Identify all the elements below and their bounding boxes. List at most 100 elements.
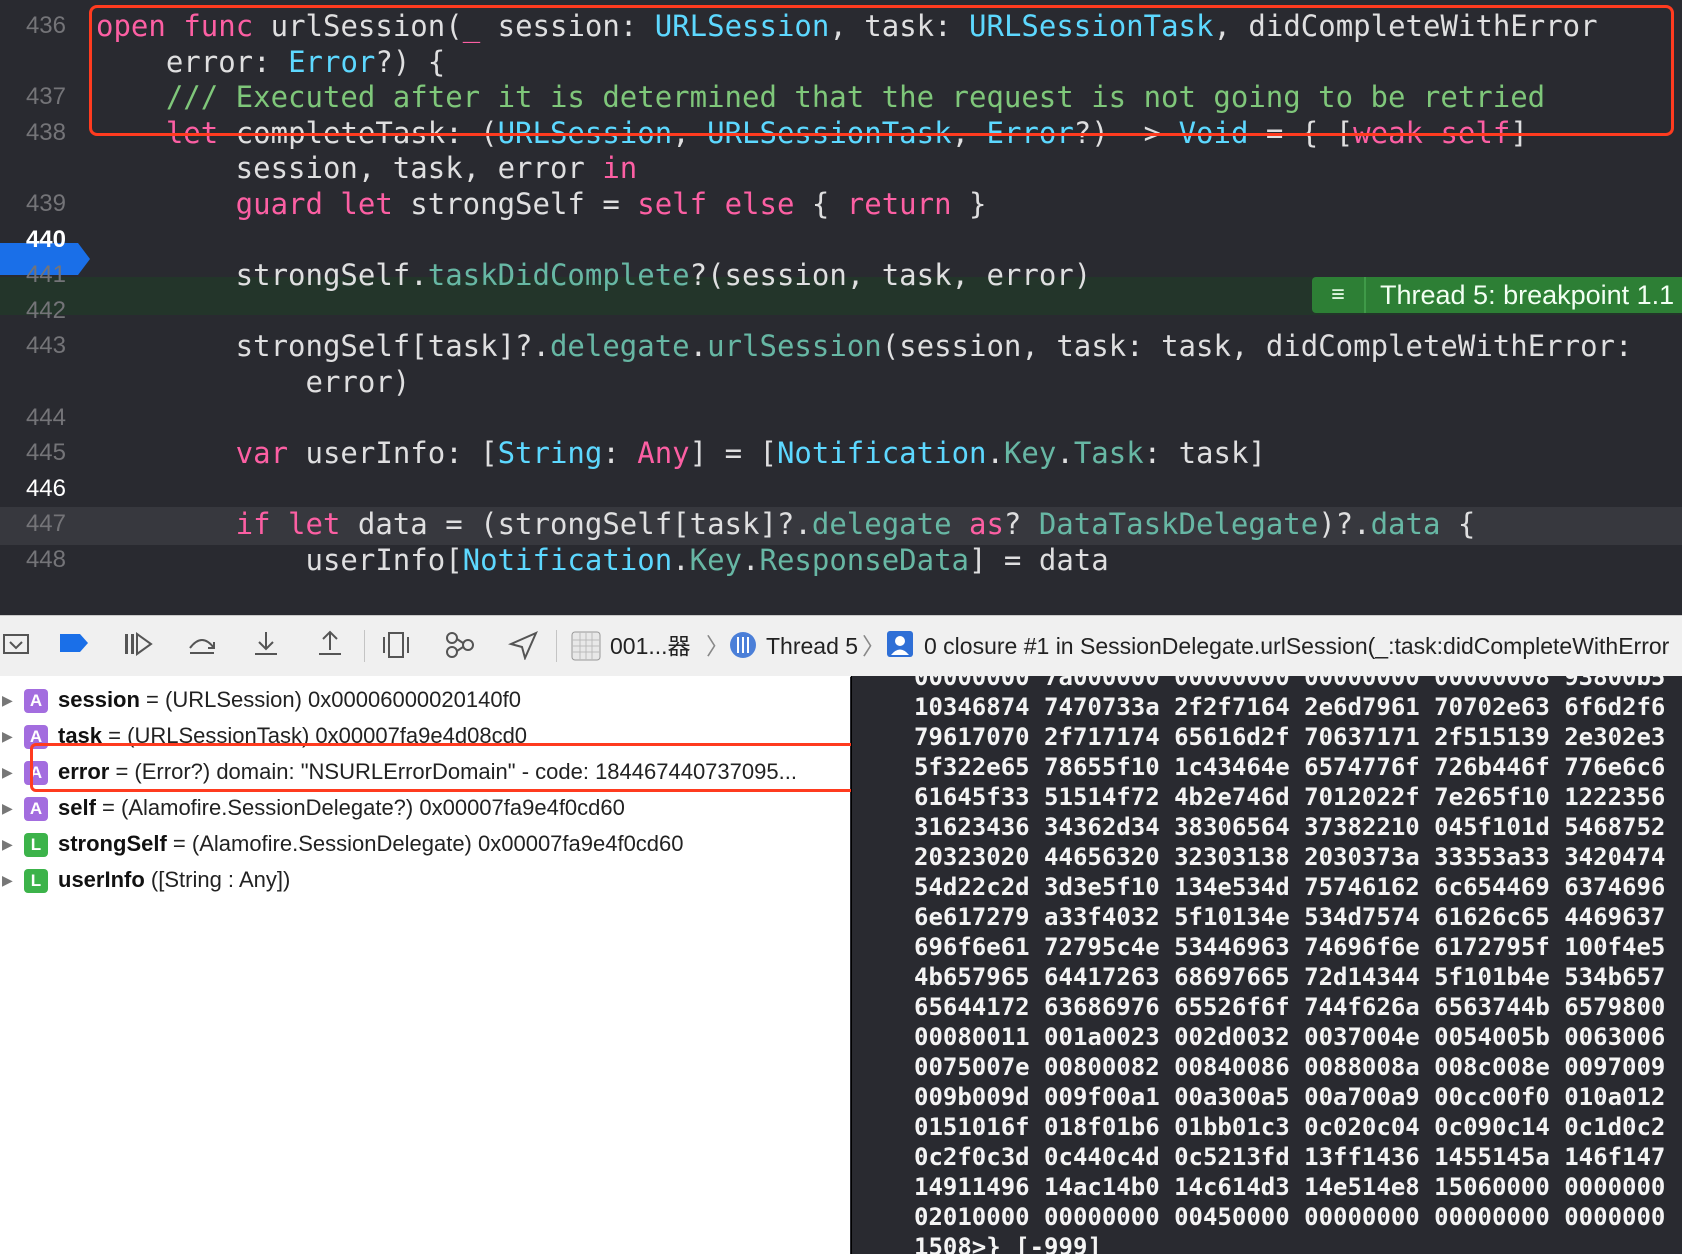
code-token: strongSelf[task]?.: [96, 329, 550, 364]
console-line: 5f322e65 78655f10 1c43464e 6574776f 726b…: [914, 753, 1666, 781]
memory-graph-icon[interactable]: [444, 630, 476, 662]
variable-row[interactable]: ▶ Asession = (URLSession) 0x0000600002014…: [0, 683, 850, 717]
chevron-right-icon: 〉: [706, 633, 729, 659]
code-token: userInfo: [: [305, 436, 498, 471]
variable-value: = (Alamofire.SessionDelegate?) 0x00007fa…: [95, 795, 625, 820]
line-number[interactable]: 436: [0, 7, 66, 45]
console-line: 6e617279 a33f4032 5f10134e 534d7574 6162…: [914, 903, 1666, 931]
code-token: urlSession: [707, 329, 882, 364]
line-number[interactable]: 442: [0, 292, 66, 330]
line-number[interactable]: [0, 363, 66, 401]
breakpoint-label: Thread 5: breakpoint 1.1: [1380, 279, 1675, 310]
variable-value: = (Alamofire.SessionDelegate) 0x00007fa9…: [166, 831, 684, 856]
view-hierarchy-icon[interactable]: [380, 630, 412, 662]
stack-frame-selector[interactable]: 0 closure #1 in SessionDelegate.urlSessi…: [924, 630, 1669, 662]
breakpoints-toggle-icon[interactable]: [58, 630, 90, 662]
disclosure-triangle-icon[interactable]: ▶: [2, 683, 13, 717]
line-number[interactable]: 437: [0, 78, 66, 116]
line-number[interactable]: 441: [0, 256, 66, 294]
step-into-icon[interactable]: [250, 630, 282, 662]
argument-badge-icon: A: [24, 689, 48, 713]
code-text: strongSelf[task]?.delegate.urlSession(se…: [96, 327, 1633, 365]
disclosure-triangle-icon[interactable]: ▶: [2, 719, 13, 753]
disclosure-triangle-icon[interactable]: ▶: [2, 791, 13, 825]
step-over-icon[interactable]: [186, 630, 218, 662]
chevron-right-icon: 〉: [862, 633, 885, 659]
code-token: (session, task: task, didCompleteWithErr…: [881, 329, 1633, 364]
code-token: if let: [96, 507, 358, 542]
line-number[interactable]: 439: [0, 185, 66, 223]
line-number[interactable]: 446: [0, 470, 66, 508]
thread-icon: [727, 630, 759, 662]
console-line: 4b657965 64417263 68697665 72d14344 5f10…: [914, 963, 1666, 991]
console-line: 65644172 63686976 65526f6f 744f626a 6563…: [914, 993, 1666, 1021]
code-line: error): [0, 363, 1682, 401]
code-line: 443 strongSelf[task]?.delegate.urlSessio…: [0, 327, 1682, 365]
variable-name: self: [58, 795, 96, 820]
line-number[interactable]: [0, 43, 66, 81]
variable-name: userInfo: [58, 867, 145, 892]
code-token: Task: [1073, 436, 1144, 471]
code-editor[interactable]: 436 open func urlSession(_ session: URLSe…: [0, 0, 1682, 615]
code-token: .: [1056, 436, 1074, 471]
code-token: as: [969, 507, 1004, 542]
frame-selector[interactable]: 001...器: [610, 630, 691, 662]
argument-badge-icon: A: [24, 797, 48, 821]
console-line: 10346874 7470733a 2f2f7164 2e6d7961 7070…: [914, 693, 1666, 721]
console-line: 31623436 34362d34 38306564 37382210 045f…: [914, 813, 1666, 841]
line-number[interactable]: 445: [0, 434, 66, 472]
continue-icon[interactable]: [122, 630, 154, 662]
code-token: return: [846, 187, 970, 221]
code-token: String: [497, 436, 603, 471]
code-text: session, task, error in: [96, 149, 638, 187]
console-line: 54d22c2d 3d3e5f10 134e534d 75746162 6c65…: [914, 873, 1666, 901]
variable-value: ([String : Any]): [144, 867, 291, 892]
line-number[interactable]: 444: [0, 399, 66, 437]
code-token: :: [602, 436, 638, 471]
line-number[interactable]: 438: [0, 114, 66, 152]
variable-row[interactable]: ▶ LstrongSelf = (Alamofire.SessionDelegat…: [0, 827, 850, 861]
thread-selector[interactable]: Thread 5: [766, 630, 858, 662]
list-icon: ≡: [1312, 277, 1366, 313]
line-number[interactable]: 443: [0, 327, 66, 365]
line-number[interactable]: [0, 149, 66, 187]
variable-row[interactable]: ▶ Aself = (Alamofire.SessionDelegate?) 0x…: [0, 791, 850, 825]
code-token: session, task, error: [96, 151, 603, 186]
code-token: : task]: [1143, 436, 1266, 471]
code-text: userInfo[Notification.Key.ResponseData] …: [96, 541, 1109, 579]
disclosure-triangle-icon[interactable]: ▶: [2, 863, 13, 897]
simulate-location-icon[interactable]: [508, 630, 540, 662]
code-token: var: [96, 436, 306, 471]
local-badge-icon: L: [24, 833, 48, 857]
console-line: 696f6e61 72795c4e 53446963 74696f6e 6172…: [914, 933, 1666, 961]
code-token: ] = [: [689, 436, 777, 471]
code-token: DataTaskDelegate: [1038, 507, 1319, 542]
variable-description: self = (Alamofire.SessionDelegate?) 0x00…: [58, 791, 625, 825]
code-token: delegate: [811, 507, 969, 542]
code-token: .: [986, 436, 1004, 471]
line-number[interactable]: 440: [0, 221, 66, 259]
variable-row[interactable]: ▶ LuserInfo ([String : Any]): [0, 863, 850, 897]
console-line: 00080011 001a0023 002d0032 0037004e 0054…: [914, 1023, 1666, 1051]
disclosure-triangle-icon[interactable]: ▶: [2, 827, 13, 861]
console-line: 0151016f 018f01b6 01bb01c3 0c020c04 0c09…: [914, 1113, 1666, 1141]
line-number[interactable]: 448: [0, 541, 66, 579]
code-token: .: [672, 543, 690, 577]
console-line: 1508>} [-999]: [914, 1233, 1102, 1254]
console-output[interactable]: 00000000 7a000000 00000000 00000000 0000…: [851, 676, 1682, 1254]
process-icon[interactable]: [570, 630, 602, 662]
hide-debug-area-icon[interactable]: [0, 630, 32, 662]
code-line: 440: [0, 221, 1682, 259]
disclosure-triangle-icon[interactable]: ▶: [2, 755, 13, 789]
code-token: ] = data: [969, 543, 1109, 577]
toolbar-divider: [556, 630, 557, 662]
breakpoint-badge[interactable]: ≡ Thread 5: breakpoint 1.1: [1312, 277, 1682, 313]
code-token: ResponseData: [759, 543, 970, 577]
code-token: Any: [637, 436, 690, 471]
step-out-icon[interactable]: [314, 630, 346, 662]
code-token: guard let: [96, 187, 411, 221]
line-number[interactable]: 447: [0, 505, 66, 543]
code-token: {: [811, 187, 847, 221]
code-token: }: [969, 187, 987, 221]
code-token: strongSelf.: [96, 258, 428, 293]
